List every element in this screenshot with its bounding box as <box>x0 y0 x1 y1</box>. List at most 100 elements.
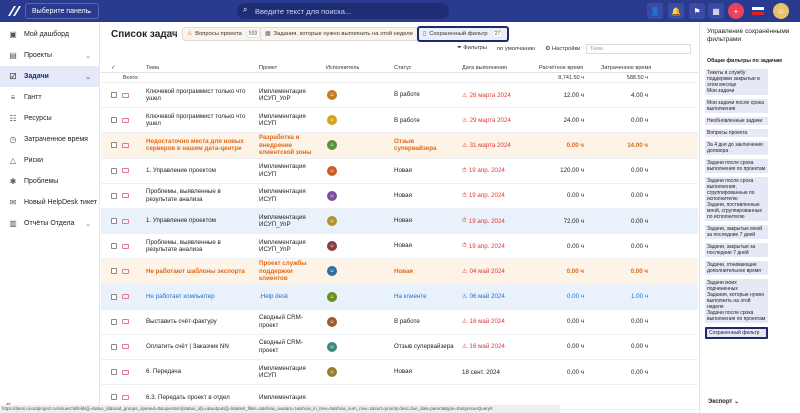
sidebar-item-reports[interactable]: ▥ Отчёты Отдела ⌄ <box>0 213 99 234</box>
avatar[interactable]: ☺ <box>327 266 337 277</box>
avatar[interactable]: ☺ <box>327 341 337 352</box>
mail-icon[interactable] <box>122 168 129 174</box>
user-icon[interactable]: 👤 <box>647 3 663 19</box>
sidebar-item-gantt[interactable]: ≡ Гантт <box>0 87 99 108</box>
table-row[interactable]: 1. Управление проектом Имплементация ИСУ… <box>101 208 698 235</box>
col-spent[interactable]: Затраченное время <box>601 63 651 72</box>
avatar[interactable]: ☺ <box>327 190 337 201</box>
saved-filter-item[interactable]: Задания, которые нужно выполнить на этой… <box>705 291 768 311</box>
saved-filter-item[interactable]: Задачи после срока выполнения, сгруппиро… <box>705 177 768 203</box>
flag-icon[interactable]: ⚑ <box>689 3 705 19</box>
row-checkbox[interactable] <box>111 369 117 376</box>
saved-filter-item[interactable]: Тикеты в службу поддержки закрытые в это… <box>705 69 768 89</box>
table-row[interactable]: 6. Передача Имплементация ИСУП ☺ Новая 1… <box>101 360 698 386</box>
task-topic[interactable]: 6. Передача <box>146 360 251 384</box>
add-button[interactable]: + <box>728 3 744 19</box>
table-row[interactable]: 1. Управление проектом Имплементация ИСУ… <box>101 159 698 184</box>
table-row[interactable]: Оплатить счёт | Заказчик NN Сводный CRM-… <box>101 335 698 361</box>
col-status[interactable]: Статус <box>394 63 411 72</box>
saved-filter-item[interactable]: Мои задачи после срока выполнения <box>705 99 768 113</box>
sidebar-item-projects[interactable]: ▤ Проекты ⌄ <box>0 45 99 66</box>
task-project[interactable]: Разработка и внедрение клиентской зоны <box>259 133 321 157</box>
task-topic[interactable]: Недостаточно места для новых серверов в … <box>146 133 251 157</box>
mail-icon[interactable] <box>122 142 129 148</box>
topic-search-input[interactable]: Тема <box>586 44 691 54</box>
row-checkbox[interactable] <box>111 268 117 275</box>
avatar[interactable]: ☺ <box>327 216 337 227</box>
task-project[interactable]: Имплементация ИСУП <box>259 108 321 132</box>
avatar[interactable]: ☺ <box>327 140 337 151</box>
row-checkbox[interactable] <box>111 218 117 225</box>
avatar[interactable]: ☺ <box>773 3 789 19</box>
col-topic[interactable]: Тема <box>146 63 159 72</box>
table-row[interactable]: Недостаточно места для новых серверов в … <box>101 133 698 159</box>
saved-filter-item[interactable]: Задачи, закрытые мной за последние 7 дне… <box>705 225 768 239</box>
row-checkbox[interactable] <box>111 293 117 300</box>
sidebar-item-dashboard[interactable]: ▣ Мой дашборд <box>0 24 99 45</box>
row-checkbox[interactable] <box>111 142 117 149</box>
saved-filter-item[interactable]: За 4 дня до заключения договора <box>705 141 768 155</box>
sidebar-item-helpdesk[interactable]: ✉ Новый HelpDesk тикет <box>0 192 99 213</box>
saved-filter-item[interactable]: Задачи, закрытые за последние 7 дней <box>705 243 768 257</box>
task-project[interactable]: Проект службы поддержки клиентов <box>259 259 321 283</box>
default-view-button[interactable]: по умолчанию <box>497 46 535 52</box>
task-project[interactable]: .Help desk <box>259 285 321 309</box>
saved-filter-item[interactable]: Вопросы проекта <box>705 129 768 137</box>
task-topic[interactable]: Проблемы, выявленные в результате анализ… <box>146 184 251 208</box>
avatar[interactable]: ☺ <box>327 316 337 327</box>
mail-icon[interactable] <box>122 268 129 274</box>
task-project[interactable]: Имплементация ИСУП <box>259 184 321 208</box>
avatar[interactable]: ☺ <box>327 115 337 126</box>
tab-project-questions[interactable]: ⚠ Вопросы проекта 509 <box>182 27 266 41</box>
sidebar-item-risks[interactable]: △ Риски <box>0 150 99 171</box>
mail-icon[interactable] <box>122 394 129 400</box>
avatar[interactable]: ☺ <box>327 90 337 101</box>
table-row[interactable]: Не работает компьютер .Help desk ☺ На кл… <box>101 284 698 310</box>
task-topic[interactable]: Не работают шаблоны экспорта <box>146 259 251 283</box>
row-checkbox[interactable] <box>111 318 117 325</box>
task-project[interactable]: Имплементация ИСУП <box>259 360 321 384</box>
task-topic[interactable]: 1. Управление проектом <box>146 209 251 233</box>
tab-this-week[interactable]: ▦ Задания, которые нужно выполнить на эт… <box>260 27 434 41</box>
task-topic[interactable]: Не работает компьютер <box>146 285 251 309</box>
task-topic[interactable]: Проблемы, выявленные в результате анализ… <box>146 234 251 258</box>
task-topic[interactable]: Выставить счёт-фактуру <box>146 310 251 334</box>
row-checkbox[interactable] <box>111 92 117 99</box>
panel-select[interactable]: Выберите панель ⌄ <box>25 3 99 19</box>
saved-filter-item[interactable]: Задачи, отнимающие дополнительное время <box>705 261 768 275</box>
tab-saved-filter[interactable]: ▯ Сохраненный фильтр 27 <box>417 26 510 42</box>
avatar[interactable]: ☺ <box>327 241 337 252</box>
saved-filter-item[interactable]: Сохраненный фильтр <box>705 327 768 339</box>
mail-icon[interactable] <box>122 294 129 300</box>
col-due[interactable]: Дата выполнения <box>462 63 507 72</box>
mail-icon[interactable] <box>122 243 129 249</box>
task-project[interactable]: Имплементация ИСУП <box>259 159 321 183</box>
saved-filter-item[interactable]: Необновленные задачи <box>705 117 768 125</box>
settings-button[interactable]: ⚙ Настройки <box>545 46 580 52</box>
mail-icon[interactable] <box>122 117 129 123</box>
mail-icon[interactable] <box>122 193 129 199</box>
task-project[interactable]: Имплементация ИСУП_УпР <box>259 83 321 107</box>
table-row[interactable]: Проблемы, выявленные в результате анализ… <box>101 234 698 260</box>
table-row[interactable]: Ключевой программист только что ушел Имп… <box>101 108 698 134</box>
task-topic[interactable]: Ключевой программист только что ушел <box>146 83 251 107</box>
task-project[interactable]: Имплементация ИСУП_УпР <box>259 234 321 258</box>
calendar-icon[interactable]: ▦ <box>708 3 724 19</box>
export-button[interactable]: Экспорт ⌄ <box>708 398 739 405</box>
row-checkbox[interactable] <box>111 192 117 199</box>
table-row[interactable]: Ключевой программист только что ушел Имп… <box>101 83 698 109</box>
sidebar-item-problems[interactable]: ✱ Проблемы <box>0 171 99 192</box>
avatar[interactable]: ☺ <box>327 367 337 378</box>
mail-icon[interactable] <box>122 218 129 224</box>
mail-icon[interactable] <box>122 344 129 350</box>
task-topic[interactable]: Ключевой программист только что ушел <box>146 108 251 132</box>
row-checkbox[interactable] <box>111 243 117 250</box>
saved-filter-item[interactable]: Задачи после срока выполнения по проекта… <box>705 309 768 323</box>
table-row[interactable]: Не работают шаблоны экспорта Проект служ… <box>101 259 698 285</box>
logo-icon[interactable] <box>4 0 24 22</box>
mail-icon[interactable] <box>122 319 129 325</box>
saved-filter-item[interactable]: Мои задачи <box>705 87 768 95</box>
row-checkbox[interactable] <box>111 343 117 350</box>
task-topic[interactable]: 1. Управление проектом <box>146 159 251 183</box>
task-topic[interactable]: Оплатить счёт | Заказчик NN <box>146 335 251 359</box>
